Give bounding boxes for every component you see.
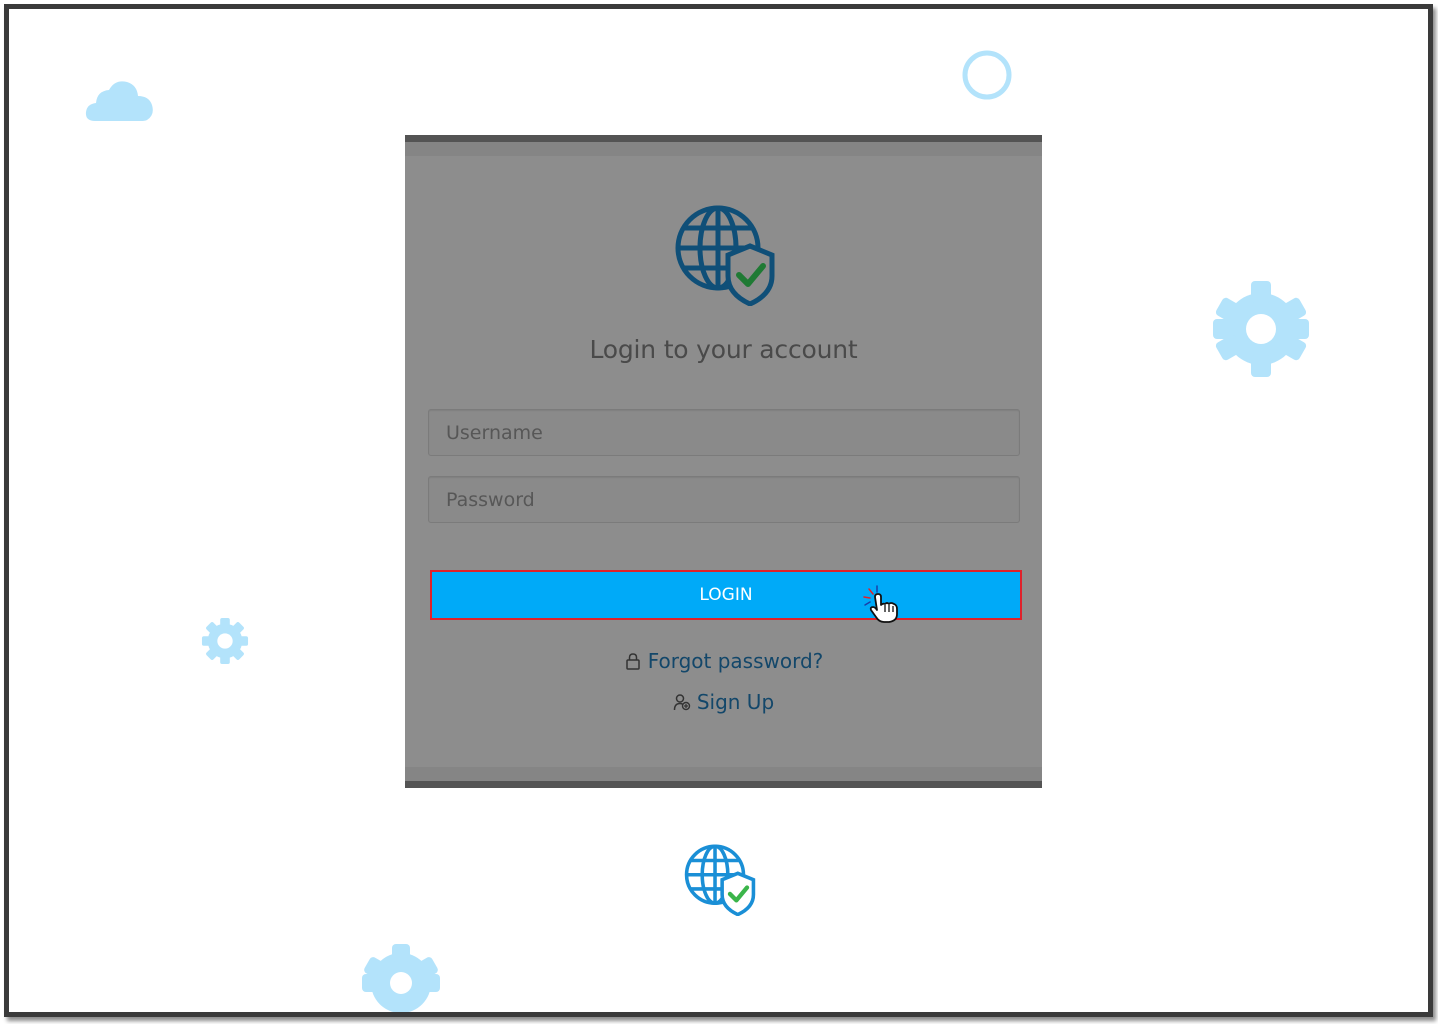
signup-label: Sign Up xyxy=(696,690,775,714)
username-field-wrapper xyxy=(428,409,1020,456)
login-button[interactable]: LOGIN xyxy=(430,570,1022,620)
gear-icon xyxy=(201,617,249,665)
signup-row: Sign Up xyxy=(405,690,1042,716)
page-title: Login to your account xyxy=(589,335,858,364)
circle-icon xyxy=(962,50,1012,100)
login-panel: Login to your account LOGIN xyxy=(405,135,1042,788)
forgot-password-label: Forgot password? xyxy=(647,649,824,673)
password-input[interactable] xyxy=(429,477,1019,522)
lock-icon xyxy=(625,653,640,670)
cloud-icon xyxy=(85,81,153,121)
username-input[interactable] xyxy=(429,410,1019,455)
login-button-label: LOGIN xyxy=(699,585,753,605)
gear-icon xyxy=(362,944,440,1012)
forgot-password-link[interactable]: Forgot password? xyxy=(624,649,824,673)
user-icon xyxy=(673,694,691,711)
signup-link[interactable]: Sign Up xyxy=(673,690,774,714)
gear-icon xyxy=(1213,281,1309,377)
password-field-wrapper xyxy=(428,476,1020,523)
forgot-password-row: Forgot password? xyxy=(405,649,1042,675)
panel-top-band xyxy=(405,142,1042,156)
globe-shield-check-icon xyxy=(675,205,775,306)
panel-bottom-band xyxy=(405,767,1042,781)
globe-shield-check-icon xyxy=(684,844,756,916)
screenshot-frame: Login to your account LOGIN xyxy=(4,4,1433,1017)
hand-pointer-icon xyxy=(863,585,898,623)
